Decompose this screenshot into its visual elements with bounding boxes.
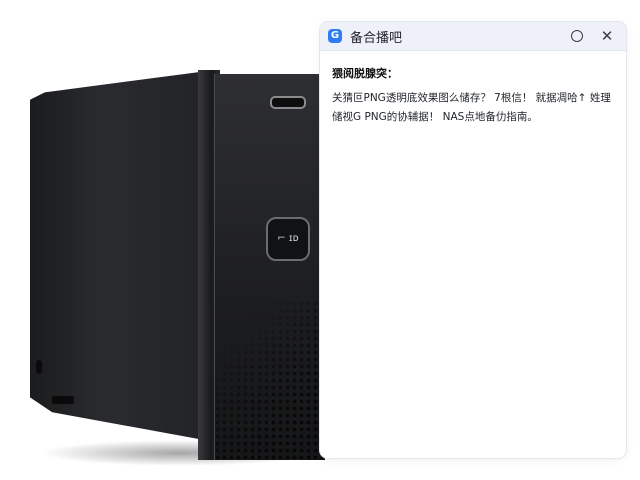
tower-logo-badge: ⌐ ɪᴅ: [266, 217, 310, 261]
close-icon: ✕: [600, 27, 614, 45]
answer-label: 猥阅脱腺突：: [332, 67, 398, 80]
power-button: [270, 96, 306, 109]
answer-text: 关猜叵PNG透明底效果图么储存？ 7根信！ 就据凋哈↑ 姓理 储视G PNG的协…: [332, 89, 614, 127]
answer-line-1: 关猜叵PNG透明底效果图么储存？ 7根信！ 就据凋哈↑ 姓理: [332, 92, 611, 104]
answer-line-2: 储视G PNG的协辅据！ NAS点地备仂指南。: [332, 111, 538, 123]
close-button[interactable]: ✕: [596, 25, 618, 47]
panel-header: G 备合播吧 ✕: [320, 22, 626, 51]
product-image: ⌐ ɪᴅ: [0, 0, 330, 480]
side-indicator: [36, 360, 42, 374]
panel-title: 备合播吧: [350, 30, 403, 46]
app-icon: G: [328, 29, 342, 43]
history-button[interactable]: [566, 25, 588, 47]
circle-icon: [571, 30, 583, 42]
assistant-panel: G 备合播吧 ✕ 猥阅脱腺突： 关猜叵PNG透明底效果图么储存？ 7根信！ 就据…: [320, 22, 626, 458]
tower-side-panel: [30, 70, 215, 442]
tower-vent-grille: [214, 300, 324, 460]
panel-body: 猥阅脱腺突： 关猜叵PNG透明底效果图么储存？ 7根信！ 就据凋哈↑ 姓理 储视…: [320, 51, 626, 141]
tower-foot: [52, 396, 74, 404]
